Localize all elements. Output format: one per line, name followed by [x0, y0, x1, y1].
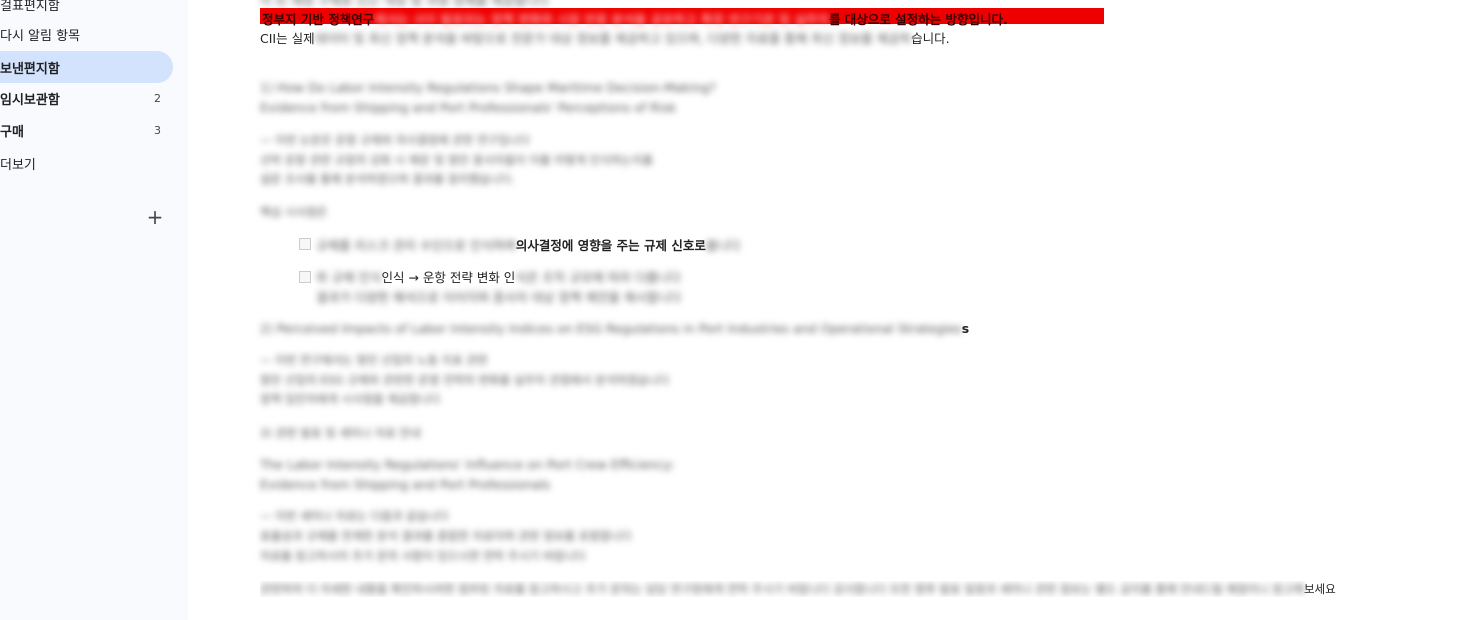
- sidebar-item-purchases[interactable]: 구매 3: [0, 114, 173, 146]
- bullet-checkbox: [299, 238, 311, 250]
- section2-paragraph: 정책 입안자에게 시사점을 제공합니다: [260, 392, 441, 406]
- section1-title: 1) How Do Labor Intensity Regulations Sh…: [260, 80, 716, 95]
- bullet-visible: 의사결정에 영향을 주는 규제 신호로: [515, 238, 706, 253]
- sidebar-item-label: 다시 알림 항목: [0, 28, 81, 44]
- sidebar-item-count: 3: [154, 123, 161, 137]
- bullet-hidden: 위 규제 인식: [316, 270, 382, 285]
- intro-line: CII는 실제데이터 및 최신 정책 분석을 바탕으로 전문가 대상 정보를 제…: [260, 28, 950, 47]
- item3-line: 3) 관련 발표 및 세미나 자료 안내: [260, 426, 421, 440]
- sidebar-item-sent[interactable]: 보낸편지함: [0, 51, 173, 83]
- sidebar-item-snoozed[interactable]: 다시 알림 항목: [0, 18, 173, 50]
- closing-line: 관련하여 더 자세한 내용을 확인하시려면 첨부된 자료를 참고하시고 추가 문…: [260, 581, 1450, 597]
- sidebar-item-starred[interactable]: 걸표편지함: [0, 0, 173, 20]
- section1-paragraph: — 이번 논문은 운항 규제와 의사결정에 관한 연구입니다: [260, 133, 530, 147]
- create-label-button[interactable]: +: [144, 205, 166, 229]
- intro-suffix: 습니다.: [911, 31, 950, 46]
- highlight-prefix: 정부지 기반 정책연구: [262, 12, 375, 27]
- section3-paragraph: 자료를 참고하시어 추가 문의 사항이 있으시면 연락 주시기 바랍니다: [260, 549, 586, 563]
- section2-title-tail: s: [961, 321, 970, 336]
- bullet-item: 위 규제 인식인식 → 운항 전략 변화 인식은 조직 규모에 따라 다릅니다: [316, 267, 681, 286]
- highlight-suffix: 를 대상으로 설정하는 방향입니다.: [828, 12, 1008, 27]
- section1-paragraph: 선박 운항 관련 규정의 강화 시 해운 및 항만 종사자들이 이를 어떻게 인…: [260, 153, 654, 167]
- highlight-text: 정부지 기반 정책연구에서는 사이 발표되는 정책 변화와 시장 반응 분석을 …: [262, 9, 1008, 28]
- section1-subtitle: Evidence from Shipping and Port Professi…: [260, 100, 677, 115]
- key-findings-label: 핵심 시사점은: [260, 205, 328, 219]
- bullet-line2: 결과가 다양한 해석으로 이어지며 종사자 대상 정책 제언을 제시합니다: [316, 290, 682, 305]
- sidebar-item-label: 더보기: [0, 157, 36, 173]
- highlight-hidden: 에서는 사이 발표되는 정책 변화와 시장 반응 분석을 공유하고 특정 연구기…: [374, 12, 829, 27]
- section3-title: The Labor Intensity Regulations' Influen…: [260, 457, 675, 472]
- bullet-hidden: 식은 조직 규모에 따라 다릅니다: [515, 270, 681, 285]
- plus-icon: +: [146, 205, 164, 229]
- sidebar-item-label: 구매: [0, 124, 24, 140]
- sidebar-item-label: 보낸편지함: [0, 61, 60, 77]
- sidebar-item-drafts[interactable]: 임시보관함 2: [0, 82, 173, 114]
- bullet-checkbox: [299, 271, 311, 283]
- bullet-tail: 봅니다: [705, 238, 741, 253]
- sidebar-item-count: 2: [154, 91, 161, 105]
- bullet-visible: 인식 → 운항 전략 변화 인: [381, 270, 516, 285]
- sidebar: 걸표편지함 다시 알림 항목 보낸편지함 임시보관함 2 구매 3 더보기 +: [0, 0, 188, 620]
- intro-hidden: 데이터 및 최신 정책 분석을 바탕으로 전문가 대상 정보를 제공하고 있으며…: [314, 31, 912, 46]
- email-body: 이 빈 재정 구제로 인근 개성 및 귀영 정체를 제공합니다 정부지 기반 정…: [188, 0, 1459, 620]
- section3-paragraph: — 이번 세미나 자료는 다음과 같습니다: [260, 509, 449, 523]
- section2-paragraph: 항만 산업의 ESG 규제와 관련한 운영 전략의 변화를 실무자 관점에서 분…: [260, 373, 670, 387]
- bullet-hidden: 규제를 리스크 관리 수단으로 인식하며: [316, 238, 516, 253]
- section3-subtitle: Evidence from Shipping and Port Professi…: [260, 477, 551, 492]
- section2-title: 2) Perceived Impacts of Labor Intensity …: [260, 321, 969, 336]
- sidebar-item-label: 임시보관함: [0, 92, 60, 108]
- sidebar-item-label: 걸표편지함: [0, 0, 60, 14]
- section1-paragraph: 설문 조사를 통해 분석하였으며 결과를 정리했습니다.: [260, 172, 515, 186]
- bullet-item: 규제를 리스크 관리 수단으로 인식하며의사결정에 영향을 주는 규제 신호로봅…: [316, 235, 740, 254]
- section2-paragraph: — 이번 연구에서는 항만 산업의 노동 지표 관련: [260, 353, 488, 367]
- closing-visible: 보세요: [1303, 582, 1336, 596]
- closing-hidden: 관련하여 더 자세한 내용을 확인하시려면 첨부된 자료를 참고하시고 추가 문…: [260, 582, 1304, 596]
- section2-title-hidden: 2) Perceived Impacts of Labor Intensity …: [260, 321, 962, 336]
- section3-paragraph: 효율성과 규제를 연계한 분석 결과를 종합한 자료이며 관련 정보를 포함합니…: [260, 529, 632, 543]
- intro-prefix: CII는 실제: [260, 31, 315, 46]
- sidebar-item-more[interactable]: 더보기: [0, 147, 173, 179]
